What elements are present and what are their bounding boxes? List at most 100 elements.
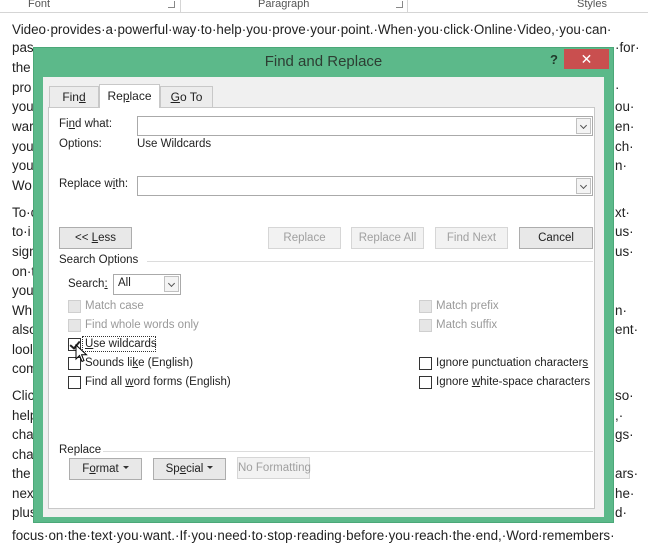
whole-words-label: Find whole words only	[85, 319, 199, 331]
dropdown-caret-icon	[207, 466, 214, 470]
options-value: Use Wildcards	[137, 138, 212, 150]
label-text: Search	[68, 278, 105, 290]
document-fragment: ou·	[615, 99, 635, 114]
ignore-punctuation-label: Ignore punctuation characters	[436, 357, 588, 369]
ribbon-separator	[407, 0, 408, 12]
button-label: <<	[75, 232, 92, 244]
document-fragment: you	[12, 139, 34, 154]
dialog-client-area: Find Replace Go To Find what: Options: U…	[43, 77, 604, 517]
no-formatting-button[interactable]: No Formatting	[237, 457, 311, 479]
find-next-button[interactable]: Find Next	[435, 227, 508, 249]
format-button[interactable]: Format	[69, 458, 142, 480]
replace-button[interactable]: Replace	[268, 227, 341, 249]
group-divider	[103, 451, 593, 452]
tab-goto[interactable]: Go To	[160, 86, 213, 107]
tab-find[interactable]: Find	[49, 86, 99, 107]
document-fragment: Wh	[12, 303, 33, 318]
label-text: Ignore	[436, 376, 472, 388]
document-fragment: cha	[12, 447, 34, 462]
dropdown-caret-icon	[122, 466, 129, 470]
tab-replace[interactable]: Replace	[99, 84, 160, 108]
document-fragment: ch·	[615, 139, 634, 154]
replace-all-button[interactable]: Replace All	[351, 227, 424, 249]
label-text: Fi	[59, 118, 69, 130]
word-forms-label: Find all word forms (English)	[85, 376, 231, 388]
special-button[interactable]: Special	[153, 458, 226, 480]
document-fragment: ,·	[615, 408, 624, 423]
document-fragment: cha	[12, 427, 34, 442]
document-fragment: Clic	[12, 388, 35, 403]
document-fragment: Wo	[12, 178, 32, 193]
less-button[interactable]: << Less	[59, 227, 132, 249]
label-accel: :	[104, 278, 108, 290]
label-text: se wildcards	[93, 338, 157, 350]
document-fragment: to·i	[12, 224, 31, 239]
document-fragment: you	[12, 99, 34, 114]
word-forms-checkbox[interactable]	[68, 376, 81, 389]
tab-label: Re	[107, 89, 123, 103]
match-prefix-label: Match prefix	[436, 300, 499, 312]
options-label: Options:	[59, 138, 102, 150]
document-fragment: d·	[615, 505, 627, 520]
replace-with-label: Replace with:	[59, 178, 128, 190]
document-fragment: you	[12, 158, 34, 173]
document-fragment: gs·	[615, 427, 634, 442]
ribbon-separator	[180, 0, 181, 12]
label-accel: s	[582, 357, 589, 369]
document-fragment: so·	[615, 388, 634, 403]
label-text: e (English)	[138, 357, 194, 369]
ignore-punctuation-checkbox[interactable]	[419, 357, 432, 370]
tab-label-accel: p	[122, 89, 130, 103]
match-case-checkbox[interactable]	[68, 300, 81, 313]
search-options-heading: Search Options	[59, 254, 139, 266]
match-case-label: Match case	[85, 300, 144, 312]
document-fragment: the	[12, 466, 31, 481]
chevron-down-icon[interactable]	[576, 178, 591, 194]
label-text: hite-space characters	[480, 376, 591, 388]
ignore-whitespace-checkbox[interactable]	[419, 376, 432, 389]
button-label: ess	[98, 232, 116, 244]
document-fragment: pas	[12, 40, 34, 55]
close-button[interactable]: ✕	[564, 49, 609, 69]
tab-label: lace	[129, 89, 152, 103]
document-fragment: n·	[615, 303, 627, 318]
label-text: ord forms (English)	[133, 376, 231, 388]
tab-label-accel: G	[170, 90, 180, 104]
ribbon-group-styles: Styles	[577, 0, 607, 10]
label-text: Sounds li	[85, 357, 133, 369]
search-direction-select[interactable]: All	[113, 274, 181, 295]
document-body[interactable]: Video·provides·a·powerful·way·to·help·yo…	[12, 20, 642, 40]
font-dialog-launcher-icon[interactable]	[168, 1, 175, 8]
match-suffix-label: Match suffix	[436, 319, 498, 331]
document-fragment: ·for·	[615, 40, 640, 55]
label-text: Replace w	[59, 178, 113, 190]
find-what-input[interactable]	[137, 116, 593, 136]
label-text: Find all	[85, 376, 126, 388]
button-label: cial	[186, 463, 204, 475]
dialog-titlebar[interactable]: Find and Replace ? ✕	[34, 48, 613, 77]
find-what-label: Find what:	[59, 118, 112, 130]
close-icon: ✕	[580, 51, 593, 67]
tab-label: Fin	[62, 90, 79, 104]
match-prefix-checkbox[interactable]	[419, 300, 432, 313]
ignore-whitespace-label: Ignore white-space characters	[436, 376, 590, 388]
label-accel: w	[125, 376, 134, 388]
chevron-down-icon[interactable]	[576, 118, 591, 134]
cancel-button[interactable]: Cancel	[519, 227, 593, 249]
document-fragment: war	[12, 119, 34, 134]
document-fragment: us·	[615, 224, 634, 239]
document-fragment: en·	[615, 119, 635, 134]
help-button[interactable]: ?	[545, 50, 563, 70]
button-label: Sp	[165, 463, 180, 475]
find-replace-dialog: Find and Replace ? ✕ Find Replace Go To …	[33, 47, 614, 523]
paragraph-dialog-launcher-icon[interactable]	[396, 1, 403, 8]
mouse-cursor-icon	[75, 344, 88, 363]
whole-words-checkbox[interactable]	[68, 319, 81, 332]
match-suffix-checkbox[interactable]	[419, 319, 432, 332]
document-fragment: lool	[12, 342, 33, 357]
document-fragment: on·t	[12, 264, 36, 279]
dialog-title: Find and Replace	[264, 53, 383, 70]
ribbon-group-font: Font	[28, 0, 51, 10]
replace-with-input[interactable]	[137, 176, 593, 196]
chevron-down-icon[interactable]	[164, 276, 179, 292]
